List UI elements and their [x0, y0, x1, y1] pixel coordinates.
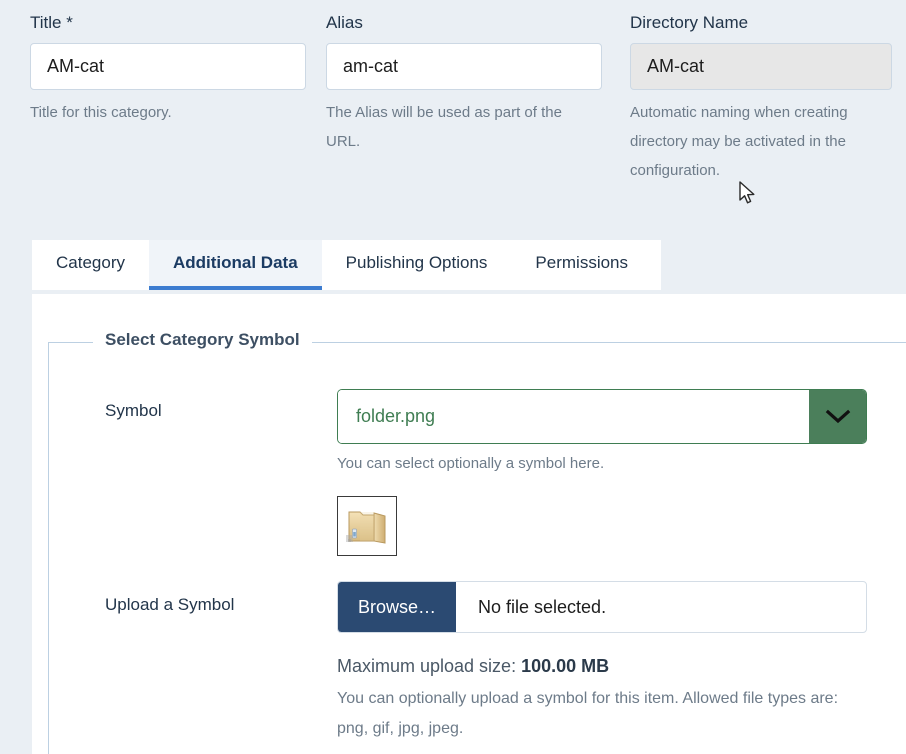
symbol-help-text: You can select optionally a symbol here.: [337, 455, 605, 472]
symbol-select[interactable]: folder.png: [337, 389, 867, 444]
directory-name-input: [630, 43, 892, 90]
max-upload-size-prefix: Maximum upload size:: [337, 656, 522, 676]
tab-category[interactable]: Category: [32, 240, 149, 290]
file-selected-status: No file selected.: [478, 596, 607, 617]
alias-help-text: The Alias will be used as part of the UR…: [326, 104, 562, 150]
symbol-select-value[interactable]: folder.png: [338, 390, 809, 443]
title-label: Title *: [30, 13, 73, 32]
symbol-row: Symbol folder.png You can select optiona…: [49, 389, 867, 556]
title-help-text: Title for this category.: [30, 104, 172, 121]
directory-name-label: Directory Name: [630, 13, 749, 32]
upload-row: Upload a Symbol Browse… No file selected…: [49, 581, 867, 744]
tab-strip: Category Additional Data Publishing Opti…: [32, 240, 661, 290]
folder-icon: [346, 511, 386, 544]
symbol-control: folder.png You can select optionally a s…: [337, 389, 867, 556]
tabs-section: Category Additional Data Publishing Opti…: [32, 240, 906, 754]
file-upload-field[interactable]: Browse… No file selected.: [337, 581, 867, 633]
browse-button[interactable]: Browse…: [338, 582, 456, 632]
upload-symbol-label: Upload a Symbol: [105, 595, 235, 614]
field-group-directory-name: Directory Name Automatic naming when cre…: [620, 0, 906, 185]
symbol-thumbnail: [337, 496, 397, 556]
tab-publishing-options[interactable]: Publishing Options: [321, 240, 512, 290]
alias-input[interactable]: [326, 43, 602, 90]
tab-panel-additional-data: Select Category Symbol Symbol folder.png…: [32, 294, 906, 754]
upload-allowed-types-note: You can optionally upload a symbol for t…: [337, 690, 839, 737]
mouse-pointer-icon: [739, 181, 757, 212]
title-input[interactable]: [30, 43, 306, 90]
select-category-symbol-fieldset: Select Category Symbol Symbol folder.png…: [48, 330, 906, 754]
tab-permissions[interactable]: Permissions: [511, 240, 653, 290]
top-field-row: Title * Title for this category. Alias T…: [0, 0, 906, 185]
field-group-title: Title * Title for this category.: [0, 0, 310, 185]
max-upload-size-text: Maximum upload size: 100.00 MB: [337, 653, 867, 680]
max-upload-size-value: 100.00 MB: [521, 656, 610, 676]
alias-label: Alias: [326, 13, 363, 32]
directory-name-help-text: Automatic naming when creating directory…: [630, 104, 848, 179]
field-group-alias: Alias The Alias will be used as part of …: [310, 0, 620, 185]
fieldset-legend: Select Category Symbol: [93, 330, 312, 350]
tab-additional-data[interactable]: Additional Data: [148, 240, 322, 290]
upload-control: Browse… No file selected. Maximum upload…: [337, 581, 867, 744]
chevron-down-icon[interactable]: [809, 390, 866, 443]
symbol-label: Symbol: [105, 401, 162, 420]
